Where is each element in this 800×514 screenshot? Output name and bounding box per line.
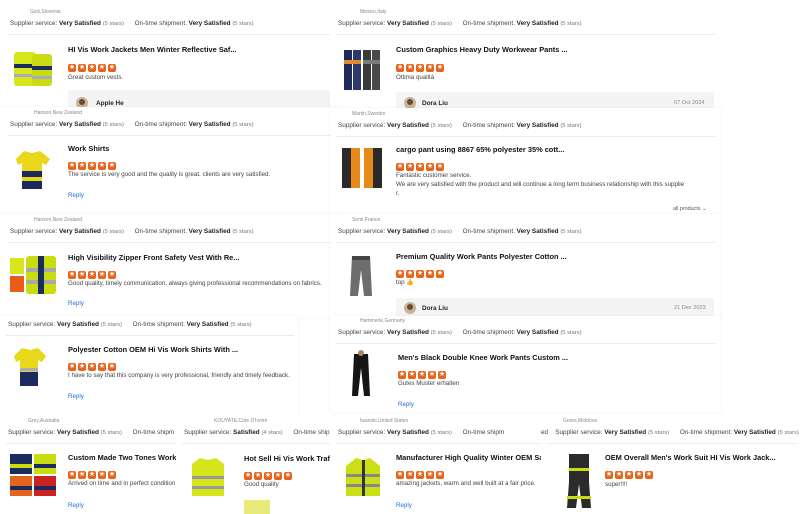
- reviewer-location: Hanson,New Zealand: [34, 217, 83, 223]
- reviewer-location: KOUYATE,Cote D'Ivoire: [214, 418, 268, 424]
- product-title[interactable]: High Visibility Zipper Front Safety Vest…: [68, 253, 330, 262]
- rating-summary: Supplier service: Very Satisfied (5 star…: [338, 20, 582, 27]
- product-title[interactable]: cargo pant using 8867 65% polyester 35% …: [396, 145, 696, 154]
- winter-safety-jacket-thumbnail[interactable]: [340, 454, 386, 500]
- product-title[interactable]: Custom Graphics Heavy Duty Workwear Pant…: [396, 45, 696, 54]
- product-thumbnail-small[interactable]: [244, 500, 270, 514]
- cargo-pant-thumbnail[interactable]: [338, 144, 384, 194]
- supplier-reply-box: Dora Liu 21 Dec 2023: [396, 298, 714, 318]
- reviewer-location: Grey,Australia: [28, 418, 60, 424]
- review-text: top 👍: [396, 279, 415, 286]
- overall-work-suit-thumbnail[interactable]: [561, 452, 597, 512]
- rating-summary: Supplier service: Very Satisfied (5 star…: [338, 122, 582, 129]
- review-text: Arrived on time and in perfect condition: [68, 480, 176, 487]
- black-work-pants-thumbnail[interactable]: [338, 350, 384, 400]
- review-card-6: Semi,France Supplier service: Very Satis…: [330, 214, 720, 320]
- review-text: Great custom vests.: [68, 74, 124, 81]
- review-text: The service is very good and the quality…: [68, 171, 271, 178]
- review-card-12: Gores,Moldova ed Supplier service: Very …: [541, 416, 800, 514]
- reviewer-location: Hanson,New Zealand: [34, 110, 83, 116]
- review-card-10: KOUYATE,Cote D'Ivoire Supplier service: …: [176, 416, 336, 514]
- hi-vis-shirt-thumbnail[interactable]: [8, 344, 52, 390]
- product-title[interactable]: OEM Overall Men's Work Suit HI Vis Work …: [605, 453, 795, 462]
- product-title[interactable]: Manufacturer High Quality Winter OEM Saf…: [396, 453, 548, 462]
- rating-summary: Supplier service: Very Satisfied (5 star…: [10, 121, 254, 128]
- reviewer-location: Gores,Moldova: [563, 418, 597, 424]
- rating-summary: Supplier service: Very Satisfied (5 star…: [10, 228, 254, 235]
- reply-link[interactable]: Reply: [68, 192, 84, 199]
- review-card-5: Hanson,New Zealand Supplier service: Ver…: [0, 214, 340, 318]
- work-shirt-thumbnail[interactable]: [10, 145, 56, 193]
- rating-summary: Supplier service: Very Satisfied (5 star…: [338, 329, 582, 336]
- reply-link[interactable]: Reply: [68, 393, 84, 400]
- supplier-name: Dora Liu: [422, 100, 448, 107]
- reply-link[interactable]: Reply: [68, 502, 84, 509]
- review-card-2: Mexico,Italy Supplier service: Very Sati…: [330, 6, 720, 112]
- review-text: Gutes Muster erhalten: [398, 380, 460, 387]
- review-card-9: Grey,Australia Supplier service: Very Sa…: [0, 416, 182, 514]
- reply-link[interactable]: Reply: [68, 300, 84, 307]
- review-card-8: Hammerle,Germany Supplier service: Very …: [330, 316, 720, 412]
- product-title[interactable]: Work Shirts: [68, 144, 328, 153]
- two-tone-shirts-thumbnail[interactable]: [8, 452, 58, 502]
- review-text: Ottima qualità: [396, 74, 435, 81]
- supplier-name: Apple He: [96, 100, 124, 107]
- avatar: [404, 302, 416, 314]
- rating-summary: Supplier service: Satisfied (4 stars) On…: [184, 429, 335, 436]
- rating-summary: Supplier service: Very Satisfied (5 star…: [338, 429, 505, 436]
- product-title[interactable]: Men's Black Double Knee Work Pants Custo…: [398, 353, 698, 362]
- product-title[interactable]: HI Vis Work Jackets Men Winter Reflectiv…: [68, 45, 328, 54]
- product-title[interactable]: Polyester Cotton OEM Hi Vis Work Shirts …: [68, 345, 293, 354]
- review-text: Good quality: [244, 481, 279, 488]
- all-products-toggle[interactable]: all products ⌄: [673, 206, 707, 212]
- chevron-down-icon: ⌄: [702, 206, 707, 212]
- reviewer-location: Mexico,Italy: [360, 9, 387, 15]
- product-title[interactable]: Custom Made Two Tones Work Shi: [68, 453, 180, 462]
- reviewer-location: Iwanski,United States: [360, 418, 409, 424]
- rating-summary: ed Supplier service: Very Satisfied (5 s…: [541, 429, 799, 436]
- review-text: Fantastic customer service. We are very s…: [396, 172, 685, 197]
- product-title[interactable]: Hot Sell Hi Vis Work Traffic I: [244, 454, 336, 463]
- reply-link[interactable]: Reply: [398, 401, 414, 408]
- review-card-11: Iwanski,United States Supplier service: …: [330, 416, 550, 514]
- product-title[interactable]: Premium Quality Work Pants Polyester Cot…: [396, 252, 696, 261]
- review-card-7: Supplier service: Very Satisfied (5 star…: [0, 316, 298, 416]
- review-card-1: Gick,Slovenia Supplier service: Very Sat…: [0, 6, 340, 112]
- reviewer-location: Hammerle,Germany: [360, 318, 406, 324]
- reviewer-location: Gick,Slovenia: [30, 9, 61, 15]
- reply-link[interactable]: Reply: [396, 502, 412, 509]
- safety-vest-thumbnail[interactable]: [8, 252, 58, 298]
- rating-summary: Supplier service: Very Satisfied (5 star…: [338, 228, 582, 235]
- rating-summary: Supplier service: Very Satisfied (5 star…: [8, 429, 175, 436]
- review-text: super!!!!: [605, 481, 628, 488]
- rating-summary: Supplier service: Very Satisfied (5 star…: [8, 321, 252, 328]
- reviewer-location: Martin,Sweden: [352, 111, 386, 117]
- review-text: I have to say that this company is very …: [68, 372, 290, 379]
- work-pants-grey-thumbnail[interactable]: [338, 252, 384, 300]
- rating-summary: Supplier service: Very Satisfied (5 star…: [10, 20, 254, 27]
- reply-date: 07 Oct 2024: [674, 100, 705, 106]
- supplier-name: Dora Liu: [422, 305, 448, 312]
- review-text: Good quality, timely communication, alwa…: [68, 280, 322, 287]
- work-pants-thumbnail[interactable]: [338, 46, 384, 94]
- review-card-3: Hanson,New Zealand Supplier service: Ver…: [0, 107, 338, 212]
- reviewer-location: Semi,France: [352, 217, 381, 223]
- traffic-jacket-thumbnail[interactable]: [188, 454, 228, 500]
- hi-vis-jacket-thumbnail[interactable]: [10, 46, 56, 92]
- review-text: amazing jackets, warm and well built at …: [396, 480, 536, 487]
- reply-date: 21 Dec 2023: [674, 305, 706, 311]
- review-card-4: Martin,Sweden Supplier service: Very Sat…: [330, 108, 720, 214]
